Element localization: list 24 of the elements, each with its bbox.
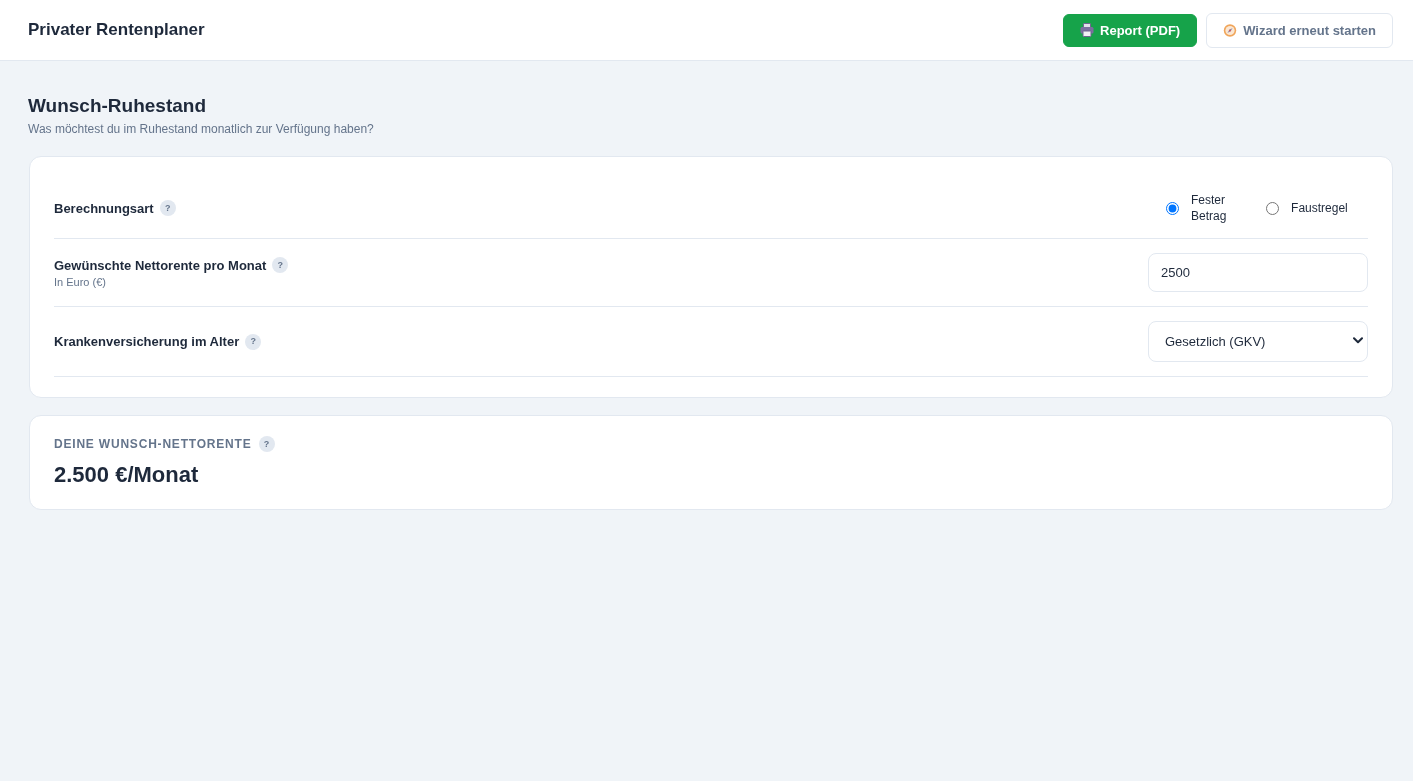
radio-option-label[interactable]: Fester Betrag [1191, 192, 1253, 224]
field-label: Berechnungsart [54, 200, 154, 216]
help-button[interactable]: ? [245, 333, 262, 350]
section-subtitle: Was möchtest du im Ruhestand monatlich zur Verfügung haben? [28, 121, 375, 137]
printer-icon [1080, 23, 1094, 37]
chevron-down-icon [1353, 337, 1363, 344]
section-title: Wunsch-Ruhestand [28, 94, 208, 118]
summary-label: DEINE WUNSCH-NETTORENTE [54, 437, 252, 451]
field-label: Gewünschte Nettorente pro Monat [54, 257, 267, 273]
radio-option-label[interactable]: Faustregel [1291, 200, 1348, 216]
app-title: Privater Rentenplaner [28, 20, 205, 40]
compass-icon [1223, 23, 1238, 37]
radio-button[interactable] [1166, 201, 1179, 215]
report-button[interactable]: Report (PDF) [1063, 13, 1198, 47]
restart-wizard-button[interactable]: Wizard erneut starten [1206, 12, 1393, 48]
field-hint: In Euro (€) [54, 276, 107, 288]
amount-input-field[interactable]: 2500 [1148, 253, 1368, 292]
help-button[interactable]: ? [258, 436, 275, 452]
select-field[interactable]: Gesetzlich (GKV) [1148, 321, 1368, 362]
help-button[interactable]: ? [159, 200, 176, 216]
field-label: Krankenversicherung im Alter [54, 334, 240, 349]
help-button[interactable]: ? [272, 257, 289, 273]
radio-button[interactable] [1266, 201, 1280, 215]
summary-value: 2.500 €/Monat [54, 462, 200, 488]
